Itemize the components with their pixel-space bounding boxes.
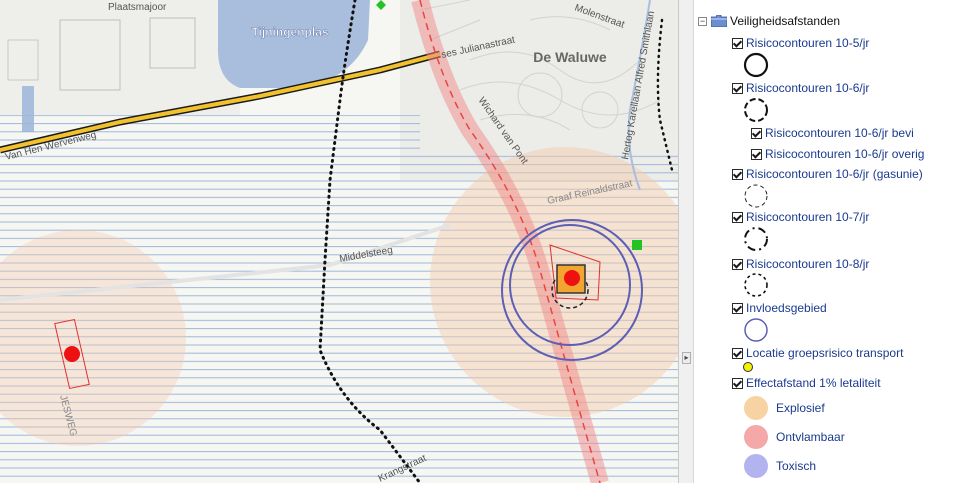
swatch-label-toxisch: Toxisch bbox=[776, 459, 817, 473]
contour-symbol-10-5 bbox=[743, 52, 769, 78]
site-point-west bbox=[64, 346, 80, 362]
legend-item-label: Risicocontouren 10-6/jr bbox=[746, 81, 870, 95]
swatch-ontvlambaar bbox=[744, 425, 768, 449]
legend-root[interactable]: − Veiligheidsafstanden bbox=[698, 14, 840, 28]
checkbox[interactable] bbox=[732, 211, 743, 223]
contour-symbol-10-8 bbox=[744, 273, 768, 297]
checkbox[interactable] bbox=[751, 148, 762, 160]
folder-icon bbox=[711, 15, 727, 27]
legend-item-label: Effectafstand 1% letaliteit bbox=[746, 376, 881, 390]
swatch-explosief bbox=[744, 396, 768, 420]
collapse-icon[interactable]: − bbox=[698, 16, 707, 26]
swatch-label-explosief: Explosief bbox=[776, 401, 825, 415]
legend-panel: − Veiligheidsafstanden Risicocontouren 1… bbox=[694, 0, 974, 483]
contour-symbol-10-7 bbox=[744, 227, 768, 251]
legend-item-risk-10-7[interactable]: Risicocontouren 10-7/jr bbox=[732, 210, 869, 224]
legend-item-risk-10-6[interactable]: Risicocontouren 10-6/jr bbox=[732, 81, 869, 95]
legend-item-risk-10-6-overig[interactable]: Risicocontouren 10-6/jr overig bbox=[751, 147, 924, 161]
map-canvas[interactable]: Tijningenplas De Waluwe Plaatsmajoor ses… bbox=[0, 0, 678, 483]
legend-item-locatie-groepsrisico[interactable]: Locatie groepsrisico transport bbox=[732, 346, 903, 360]
contour-symbol-10-6 bbox=[744, 98, 768, 122]
legend-item-risk-10-5[interactable]: Risicocontouren 10-5/jr bbox=[732, 36, 869, 50]
checkbox[interactable] bbox=[732, 377, 743, 389]
collapse-arrow-icon[interactable]: ▸ bbox=[682, 352, 691, 364]
legend-item-risk-10-6-bevi[interactable]: Risicocontouren 10-6/jr bevi bbox=[751, 126, 914, 140]
legend-item-invloedsgebied[interactable]: Invloedsgebied bbox=[732, 301, 827, 315]
checkbox[interactable] bbox=[732, 258, 743, 270]
location-symbol bbox=[743, 362, 753, 372]
legend-item-risk-10-8[interactable]: Risicocontouren 10-8/jr bbox=[732, 257, 869, 271]
panel-splitter[interactable]: ▸ bbox=[678, 0, 694, 483]
checkbox[interactable] bbox=[751, 127, 762, 139]
district-label: De Waluwe bbox=[533, 49, 607, 65]
legend-item-label: Risicocontouren 10-5/jr bbox=[746, 36, 870, 50]
legend-item-risk-10-6-gasunie[interactable]: Risicocontouren 10-6/jr (gasunie) bbox=[732, 167, 923, 181]
street-label-plaatsmajoor: Plaatsmajoor bbox=[108, 2, 167, 13]
legend-item-label: Locatie groepsrisico transport bbox=[746, 346, 904, 360]
legend-item-label: Risicocontouren 10-6/jr (gasunie) bbox=[746, 167, 923, 181]
green-marker-square bbox=[632, 240, 642, 250]
checkbox[interactable] bbox=[732, 82, 743, 94]
checkbox[interactable] bbox=[732, 302, 743, 314]
contour-symbol-gasunie bbox=[744, 184, 768, 208]
legend-item-label: Risicocontouren 10-7/jr bbox=[746, 210, 870, 224]
swatch-label-ontvlambaar: Ontvlambaar bbox=[776, 430, 845, 444]
checkbox[interactable] bbox=[732, 168, 743, 180]
legend-item-effectafstand[interactable]: Effectafstand 1% letaliteit bbox=[732, 376, 881, 390]
legend-item-label: Risicocontouren 10-6/jr overig bbox=[765, 147, 925, 161]
map-view[interactable]: Tijningenplas De Waluwe Plaatsmajoor ses… bbox=[0, 0, 678, 483]
legend-item-label: Risicocontouren 10-8/jr bbox=[746, 257, 870, 271]
checkbox[interactable] bbox=[732, 347, 743, 359]
site-point-east bbox=[564, 270, 580, 286]
legend-item-label: Invloedsgebied bbox=[746, 301, 827, 315]
legend-item-label: Risicocontouren 10-6/jr bevi bbox=[765, 126, 914, 140]
influence-symbol bbox=[744, 318, 768, 342]
checkbox[interactable] bbox=[732, 37, 743, 49]
lake-label: Tijningenplas bbox=[251, 25, 328, 39]
legend-root-label: Veiligheidsafstanden bbox=[730, 14, 841, 28]
swatch-toxisch bbox=[744, 454, 768, 478]
